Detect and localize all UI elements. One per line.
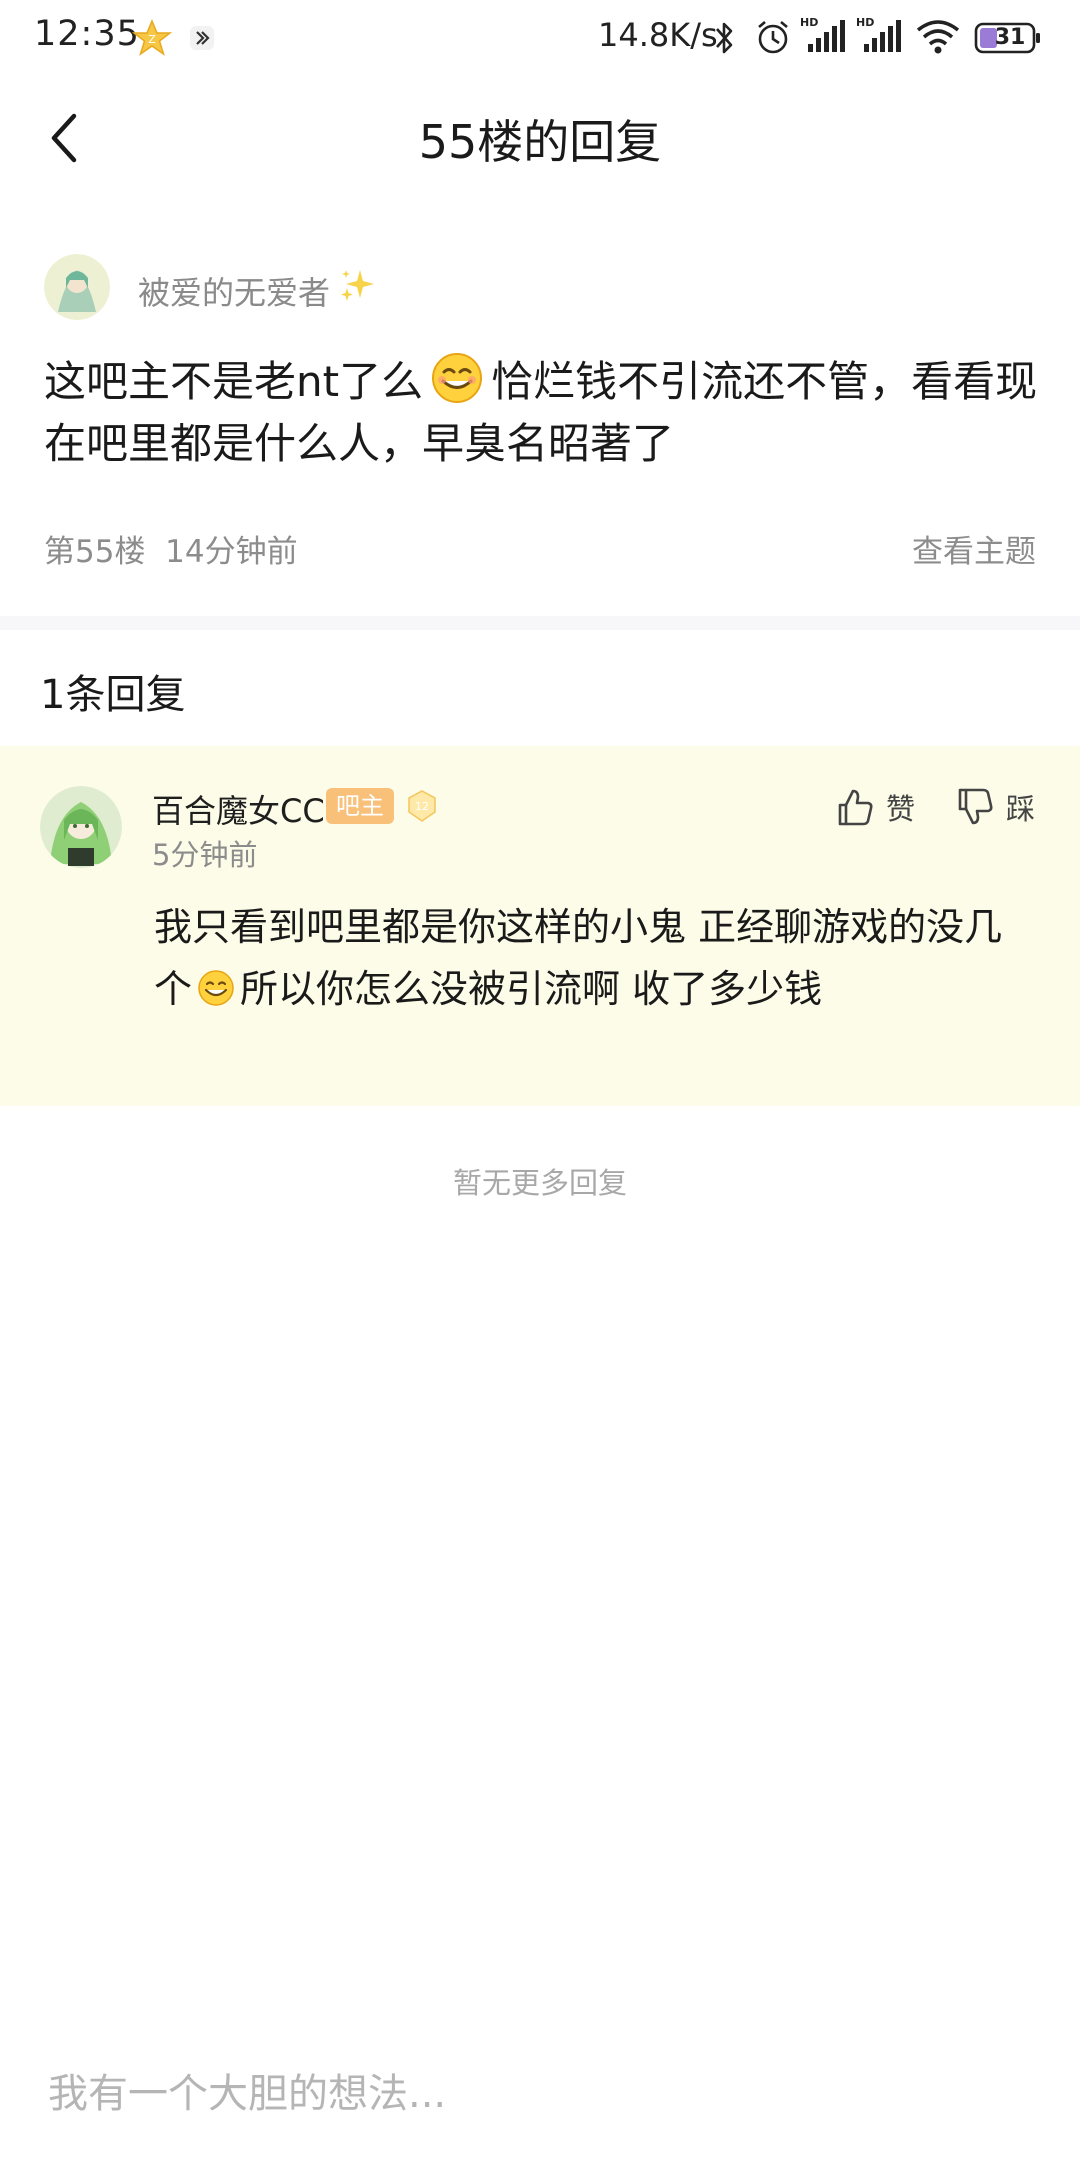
signal-hd-icon: HD bbox=[800, 16, 845, 52]
floor-number: 第55楼 bbox=[44, 534, 146, 570]
avatar[interactable] bbox=[40, 786, 122, 868]
level-number: 12 bbox=[415, 800, 429, 813]
svg-text:Z: Z bbox=[148, 33, 156, 46]
level-badge-icon: 12 bbox=[408, 790, 436, 822]
signal-hd-icon: HD bbox=[856, 16, 901, 52]
avatar[interactable] bbox=[44, 254, 110, 320]
smile-emoji-icon bbox=[198, 970, 234, 1006]
network-speed: 14.8K/s bbox=[598, 16, 718, 54]
reply-time: 5分钟前 bbox=[152, 838, 258, 872]
status-bar: 12:35 Z 14.8K/s HD HD 31 bbox=[0, 0, 1080, 76]
dislike-label: 踩 bbox=[1006, 792, 1036, 826]
reply-thread-page: 12:35 Z 14.8K/s HD HD 31 55楼的回复 被爱的无爱者 这… bbox=[0, 0, 1080, 2160]
post-text-part: 这吧主不是老nt了么 bbox=[44, 357, 424, 406]
bluetooth-icon bbox=[716, 22, 733, 54]
reply-content: 我只看到吧里都是你这样的小鬼 正经聊游戏的没几个 所以你怎么没被引流啊 收了多少… bbox=[154, 896, 1034, 1020]
app-icon bbox=[190, 26, 214, 50]
reply-item[interactable]: 百合魔女CC 吧主 12 5分钟前 赞 踩 我只看到吧里都是你这样的小鬼 正经聊… bbox=[0, 746, 1080, 1106]
wifi-icon bbox=[916, 20, 960, 54]
page-title: 55楼的回复 bbox=[418, 115, 662, 169]
moderator-badge: 吧主 bbox=[326, 788, 394, 824]
post-content: 这吧主不是老nt了么 恰烂钱不引流还不管，看看现在吧里都是什么人，早臭名昭著了 bbox=[44, 350, 1044, 475]
battery-level: 31 bbox=[994, 25, 1026, 50]
svg-text:HD: HD bbox=[800, 16, 818, 29]
post-author-name[interactable]: 被爱的无爱者 bbox=[138, 268, 330, 314]
comment-input[interactable] bbox=[48, 2064, 1028, 2124]
smile-emoji-icon bbox=[432, 353, 483, 403]
reply-count: 1条回复 bbox=[40, 672, 186, 718]
view-topic-link[interactable]: 查看主题 bbox=[912, 526, 1036, 571]
like-label: 赞 bbox=[886, 792, 916, 826]
sparkle-icon bbox=[341, 270, 374, 301]
alarm-icon bbox=[758, 21, 788, 54]
thumbs-up-icon bbox=[838, 789, 873, 826]
reply-text-part: 所以你怎么没被引流啊 收了多少钱 bbox=[240, 967, 823, 1011]
like-button[interactable]: 赞 bbox=[836, 784, 915, 830]
svg-text:HD: HD bbox=[856, 16, 874, 29]
no-more-replies: 暂无更多回复 bbox=[452, 1166, 627, 1200]
reply-author-name[interactable]: 百合魔女CC bbox=[152, 786, 325, 832]
app-header: 55楼的回复 bbox=[0, 76, 1080, 200]
post-meta: 第55楼 14分钟前 bbox=[44, 526, 298, 571]
post-time: 14分钟前 bbox=[165, 534, 298, 570]
star-icon: Z bbox=[132, 19, 172, 56]
status-time: 12:35 bbox=[34, 14, 140, 54]
comment-bar bbox=[0, 2040, 1080, 2160]
dislike-button[interactable]: 踩 bbox=[956, 784, 1035, 830]
thumbs-down-icon bbox=[958, 788, 993, 825]
section-divider bbox=[0, 616, 1080, 630]
